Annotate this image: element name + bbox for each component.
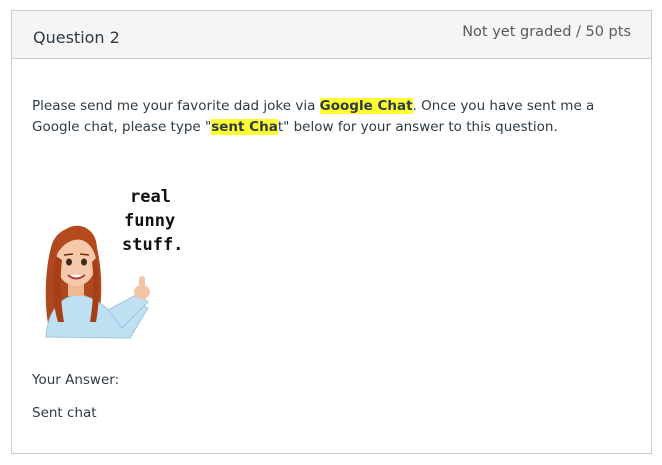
sticker-caption: real funny stuff. <box>122 187 183 255</box>
prompt-highlight-google-chat: Google Chat <box>319 98 413 114</box>
prompt-text-1: Please send me your favorite dad joke vi… <box>32 98 320 114</box>
question-points: Not yet graded / 50 pts <box>462 24 631 40</box>
avatar-thumbs-up-icon: real funny stuff. <box>45 187 183 339</box>
prompt-text-3: " below for your answer to this question… <box>283 119 558 135</box>
answer-value: Sent chat <box>32 405 97 421</box>
sticker-caption-line-2: funny <box>124 211 175 231</box>
sticker-caption-line-1: real <box>130 187 171 207</box>
question-title: Question 2 <box>33 28 120 47</box>
prompt-highlight-sent-chat: sent Cha <box>211 119 278 135</box>
question-card: Question 2 Not yet graded / 50 pts Pleas… <box>11 10 652 454</box>
answer-label: Your Answer: <box>32 372 120 388</box>
question-header: Question 2 Not yet graded / 50 pts <box>12 11 651 59</box>
question-prompt: Please send me your favorite dad joke vi… <box>32 96 632 138</box>
sticker-caption-line-3: stuff. <box>122 235 183 255</box>
avatar-sticker-image: real funny stuff. <box>38 182 228 346</box>
